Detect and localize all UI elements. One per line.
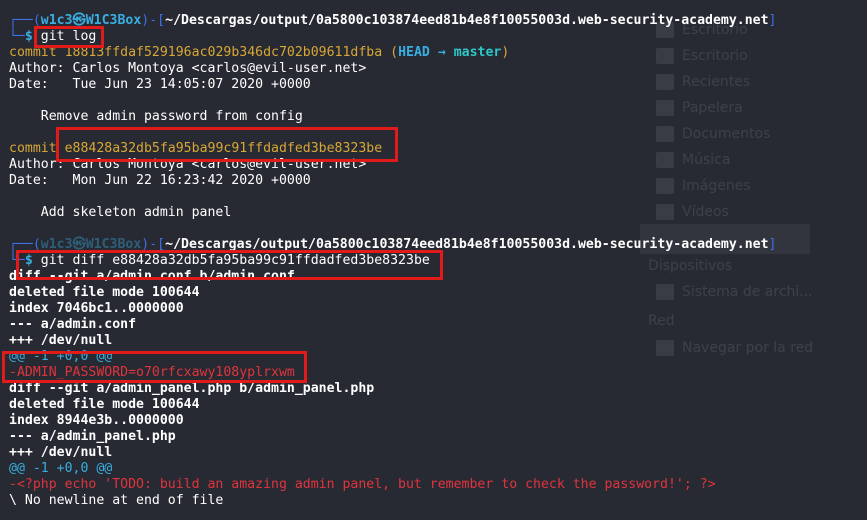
prompt-path: ~/Descargas/output/0a5800c103874eed81b4e…	[165, 237, 769, 252]
command-git-log: git log	[40, 29, 97, 44]
author-line: Author: Carlos Montoya <carlos@evil-user…	[9, 157, 367, 172]
terminal-window[interactable]: ┌──(w1c3㉿W1C3Box)-[~/Descargas/output/0a…	[0, 0, 867, 520]
prompt-path: ~/Descargas/output/0a5800c103874eed81b4e…	[165, 13, 769, 28]
diff-mode: deleted file mode 100644	[9, 285, 200, 300]
head-label: HEAD	[398, 45, 430, 60]
diff-index: index 7046bc1..0000000	[9, 301, 184, 316]
date-line: Date: Tue Jun 23 14:05:07 2020 +0000	[9, 77, 311, 92]
commit-message: Remove admin password from config	[9, 109, 303, 124]
commit-message: Add skeleton admin panel	[9, 205, 232, 220]
branch-label: master	[453, 45, 502, 60]
commit-hash: 18813ffdaf529196ac029b346dc702b09611dfba	[64, 45, 383, 60]
date-line: Date: Mon Jun 22 16:23:42 2020 +0000	[9, 173, 311, 188]
command-line: └─$ git diff e88428a32db5fa95ba99c91ffda…	[9, 253, 430, 268]
prompt-dollar: $	[24, 253, 41, 268]
no-newline-note: \ No newline at end of file	[9, 493, 224, 508]
prompt-at-symbol: ㉿	[72, 13, 86, 28]
diff-header: diff --git a/admin_panel.php b/admin_pan…	[9, 381, 375, 396]
arrow-icon: →	[437, 45, 446, 60]
diff-hunk: @@ -1 +0,0 @@	[9, 349, 113, 364]
commit-hash: e88428a32db5fa95ba99c91ffdadfed3be8323be	[64, 141, 383, 156]
command-git-diff: git diff e88428a32db5fa95ba99c91ffdadfed…	[40, 253, 430, 268]
diff-index: index 8944e3b..0000000	[9, 413, 184, 428]
diff-mode: deleted file mode 100644	[9, 397, 200, 412]
diff-plus-file: +++ /dev/null	[9, 333, 113, 348]
author-line: Author: Carlos Montoya <carlos@evil-user…	[9, 61, 367, 76]
diff-removed-password: -ADMIN_PASSWORD=o70rfcxawy108yplrxwm	[9, 365, 295, 380]
commit-line: commit e88428a32db5fa95ba99c91ffdadfed3b…	[9, 141, 383, 156]
command-line: └─$ git log	[9, 29, 97, 44]
prompt-user: w1c3	[40, 237, 73, 252]
prompt-line: ┌──(w1c3㉿W1C3Box)-[~/Descargas/output/0a…	[9, 13, 777, 28]
diff-minus-file: --- a/admin.conf	[9, 317, 137, 332]
prompt-dollar: $	[24, 29, 41, 44]
prompt-at-symbol: ㉿	[72, 237, 86, 252]
diff-minus-file: --- a/admin_panel.php	[9, 429, 176, 444]
prompt-host: W1C3Box	[85, 237, 142, 252]
prompt-line: ┌──(w1c3㉿W1C3Box)-[~/Descargas/output/0a…	[9, 237, 777, 252]
prompt-host: W1C3Box	[85, 13, 142, 28]
diff-hunk: @@ -1 +0,0 @@	[9, 461, 113, 476]
diff-removed-line: -<?php echo 'TODO: build an amazing admi…	[9, 477, 716, 492]
diff-header: diff --git a/admin.conf b/admin.conf	[9, 269, 295, 284]
prompt-user: w1c3	[40, 13, 73, 28]
diff-plus-file: +++ /dev/null	[9, 445, 113, 460]
commit-line: commit 18813ffdaf529196ac029b346dc702b09…	[9, 45, 510, 60]
